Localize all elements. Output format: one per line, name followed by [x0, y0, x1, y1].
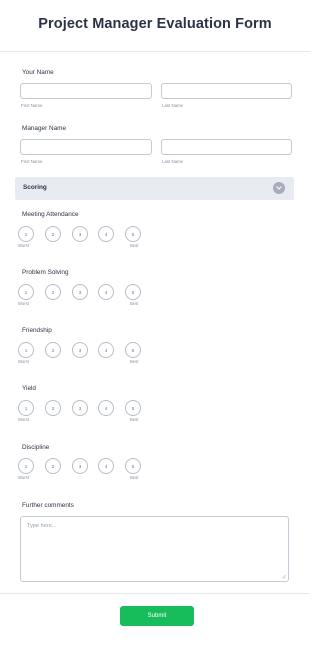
- rating-scale-yield: 1 2 3 4 5: [18, 400, 148, 418]
- worst-label: Worst: [18, 243, 29, 248]
- scale-option-3[interactable]: 3: [72, 342, 88, 358]
- best-label: Best: [130, 475, 139, 480]
- worst-label: Worst: [18, 359, 29, 364]
- worst-label: Worst: [18, 301, 29, 306]
- manager-last-name-sublabel: Last Name: [162, 159, 184, 164]
- footer-divider: [0, 593, 310, 594]
- submit-button[interactable]: Submit: [120, 606, 194, 626]
- worst-label: Worst: [18, 475, 29, 480]
- scale-option-3[interactable]: 3: [72, 284, 88, 300]
- best-label: Best: [130, 417, 139, 422]
- manager-name-label: Manager Name: [22, 125, 67, 132]
- scale-option-5[interactable]: 5: [125, 284, 141, 300]
- rating-scale-problem-solving: 1 2 3 4 5: [18, 284, 148, 302]
- rating-label-friendship: Friendship: [22, 327, 52, 334]
- scale-option-4[interactable]: 4: [98, 226, 114, 242]
- scale-option-2[interactable]: 2: [45, 342, 61, 358]
- scale-option-2[interactable]: 2: [45, 458, 61, 474]
- scale-option-1[interactable]: 1: [18, 400, 34, 416]
- scale-option-3[interactable]: 3: [72, 400, 88, 416]
- scale-option-2[interactable]: 2: [45, 400, 61, 416]
- scale-option-4[interactable]: 4: [98, 400, 114, 416]
- form-header: Project Manager Evaluation Form: [0, 0, 310, 52]
- comments-label: Further comments: [22, 502, 74, 509]
- manager-first-name-sublabel: First Name: [21, 159, 43, 164]
- best-label: Best: [130, 301, 139, 306]
- rating-label-yield: Yield: [22, 385, 36, 392]
- best-label: Best: [130, 243, 139, 248]
- rating-label-problem-solving: Problem Solving: [22, 269, 69, 276]
- best-label: Best: [130, 359, 139, 364]
- your-first-name-input[interactable]: [20, 83, 152, 99]
- form-title: Project Manager Evaluation Form: [38, 16, 272, 32]
- rating-label-meeting-attendance: Meeting Attendance: [22, 211, 79, 218]
- comments-placeholder: Type here...: [27, 523, 57, 529]
- worst-label: Worst: [18, 417, 29, 422]
- scale-option-5[interactable]: 5: [125, 400, 141, 416]
- rating-scale-meeting-attendance: 1 2 3 4 5: [18, 226, 148, 244]
- scale-option-1[interactable]: 1: [18, 226, 34, 242]
- scale-option-4[interactable]: 4: [98, 284, 114, 300]
- rating-scale-discipline: 1 2 3 4 5: [18, 458, 148, 476]
- scale-option-5[interactable]: 5: [125, 458, 141, 474]
- rating-scale-friendship: 1 2 3 4 5: [18, 342, 148, 360]
- scale-option-4[interactable]: 4: [98, 458, 114, 474]
- scoring-section-header[interactable]: Scoring: [15, 177, 294, 200]
- rating-label-discipline: Discipline: [22, 444, 50, 451]
- manager-last-name-input[interactable]: [161, 139, 292, 155]
- scale-option-1[interactable]: 1: [18, 458, 34, 474]
- scale-option-4[interactable]: 4: [98, 342, 114, 358]
- scale-option-5[interactable]: 5: [125, 342, 141, 358]
- your-last-name-sublabel: Last Name: [162, 103, 184, 108]
- scoring-section-title: Scoring: [23, 184, 47, 191]
- scale-option-2[interactable]: 2: [45, 284, 61, 300]
- scale-option-3[interactable]: 3: [72, 226, 88, 242]
- manager-first-name-input[interactable]: [20, 139, 152, 155]
- comments-textarea[interactable]: Type here...: [20, 516, 289, 582]
- scale-option-1[interactable]: 1: [18, 284, 34, 300]
- scale-option-3[interactable]: 3: [72, 458, 88, 474]
- scale-option-5[interactable]: 5: [125, 226, 141, 242]
- your-first-name-sublabel: First Name: [21, 103, 43, 108]
- scale-option-1[interactable]: 1: [18, 342, 34, 358]
- your-name-label: Your Name: [22, 69, 54, 76]
- scale-option-2[interactable]: 2: [45, 226, 61, 242]
- resize-handle-icon[interactable]: [281, 574, 286, 579]
- your-last-name-input[interactable]: [161, 83, 292, 99]
- chevron-down-icon[interactable]: [273, 182, 285, 194]
